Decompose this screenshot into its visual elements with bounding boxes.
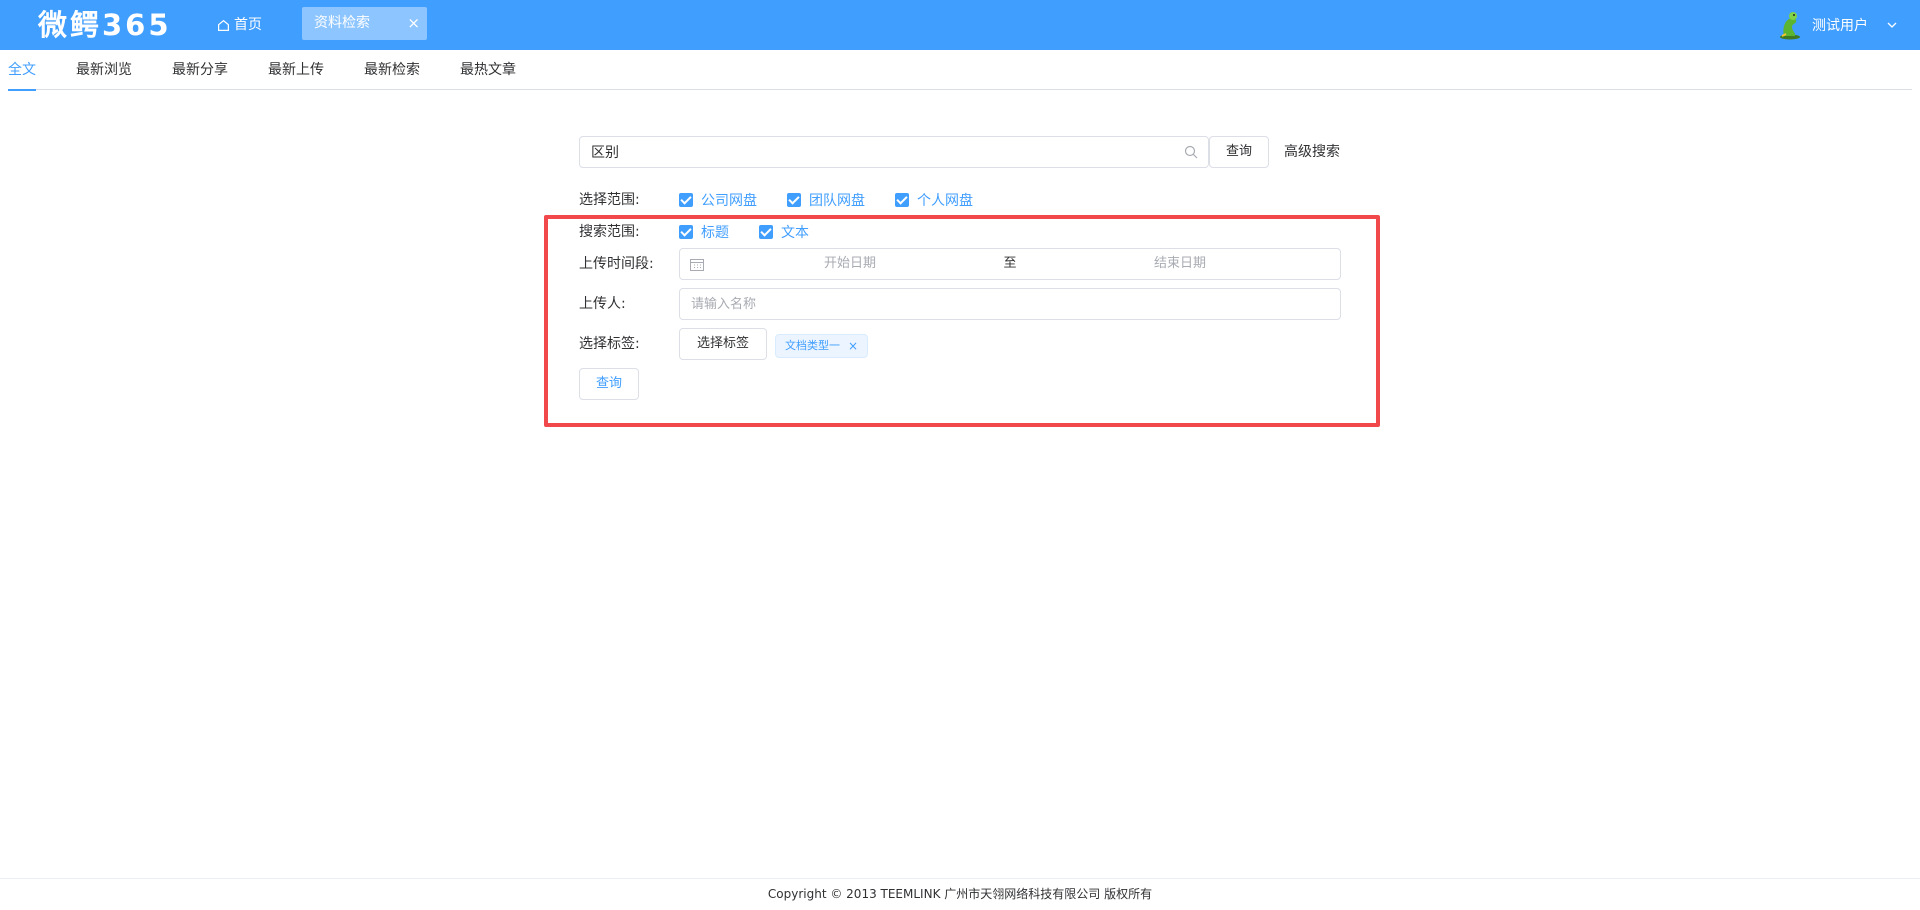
advanced-search-highlight bbox=[544, 215, 1380, 427]
uploader-input-wrapper bbox=[679, 288, 1341, 320]
uploader-label: 上传人: bbox=[579, 296, 626, 312]
range-separator: 至 bbox=[1003, 256, 1017, 271]
subnav-item-hot-articles[interactable]: 最热文章 bbox=[460, 50, 516, 90]
tags-label: 选择标签: bbox=[579, 336, 640, 352]
choose-tag-button[interactable]: 选择标签 bbox=[679, 328, 767, 360]
avatar bbox=[1780, 12, 1800, 40]
upload-time-label: 上传时间段: bbox=[579, 256, 654, 272]
home-link[interactable]: 首页 bbox=[217, 14, 262, 36]
subnav-item-recent-search[interactable]: 最新检索 bbox=[364, 50, 420, 90]
checkbox-checked-icon bbox=[759, 225, 773, 239]
tab-resource-search[interactable]: 资料检索 × bbox=[302, 7, 427, 40]
search-input[interactable] bbox=[580, 137, 1160, 167]
close-icon[interactable]: × bbox=[407, 7, 420, 40]
checkbox-personal-drive[interactable]: 个人网盘 bbox=[895, 190, 973, 210]
advanced-query-button[interactable]: 查询 bbox=[579, 368, 639, 400]
app-logo[interactable]: 微鳄365 bbox=[38, 6, 172, 44]
home-icon bbox=[218, 19, 229, 31]
user-name: 测试用户 bbox=[1812, 18, 1868, 34]
search-range-label: 搜索范围: bbox=[579, 224, 640, 240]
home-label: 首页 bbox=[234, 17, 262, 33]
tag-label: 文档类型一 bbox=[785, 339, 840, 352]
subnav-item-recent-upload[interactable]: 最新上传 bbox=[268, 50, 324, 90]
start-date-input[interactable]: 开始日期 bbox=[720, 249, 980, 279]
user-menu[interactable]: 测试用户 bbox=[1776, 10, 1898, 40]
checkbox-label: 团队网盘 bbox=[809, 193, 865, 209]
end-date-input[interactable]: 结束日期 bbox=[1040, 249, 1320, 279]
footer-copyright: Copyright © 2013 TEEMLINK 广州市天翎网络科技有限公司 … bbox=[0, 878, 1920, 910]
search-icon[interactable] bbox=[1184, 145, 1198, 159]
checkbox-label: 个人网盘 bbox=[917, 193, 973, 209]
uploader-input[interactable] bbox=[680, 289, 1320, 319]
chevron-down-icon[interactable] bbox=[1886, 19, 1898, 31]
selected-tag: 文档类型一 × bbox=[775, 334, 869, 358]
subnav-item-recent-browse[interactable]: 最新浏览 bbox=[76, 50, 132, 90]
checkbox-checked-icon bbox=[787, 193, 801, 207]
checkbox-team-drive[interactable]: 团队网盘 bbox=[787, 190, 865, 210]
checkbox-company-drive[interactable]: 公司网盘 bbox=[679, 190, 757, 210]
subnav-item-recent-share[interactable]: 最新分享 bbox=[172, 50, 228, 90]
close-icon[interactable]: × bbox=[848, 335, 858, 357]
checkbox-checked-icon bbox=[679, 193, 693, 207]
subnav-item-fulltext[interactable]: 全文 bbox=[8, 50, 36, 91]
checkbox-checked-icon bbox=[679, 225, 693, 239]
scope-label: 选择范围: bbox=[579, 192, 640, 208]
calendar-icon bbox=[690, 259, 704, 271]
search-button[interactable]: 查询 bbox=[1209, 136, 1269, 168]
date-range-picker[interactable]: 开始日期 至 结束日期 bbox=[679, 248, 1341, 280]
checkbox-checked-icon bbox=[895, 193, 909, 207]
checkbox-label: 公司网盘 bbox=[701, 193, 757, 209]
checkbox-label: 标题 bbox=[701, 225, 729, 241]
search-input-wrapper bbox=[579, 136, 1209, 168]
checkbox-text[interactable]: 文本 bbox=[759, 222, 809, 242]
sub-nav: 全文 最新浏览 最新分享 最新上传 最新检索 最热文章 bbox=[8, 50, 1912, 91]
checkbox-label: 文本 bbox=[781, 225, 809, 241]
tab-label: 资料检索 bbox=[314, 15, 370, 31]
advanced-search-link[interactable]: 高级搜索 bbox=[1284, 136, 1340, 168]
checkbox-title[interactable]: 标题 bbox=[679, 222, 729, 242]
top-header: 微鳄365 首页 资料检索 × 测试用户 bbox=[0, 0, 1920, 50]
